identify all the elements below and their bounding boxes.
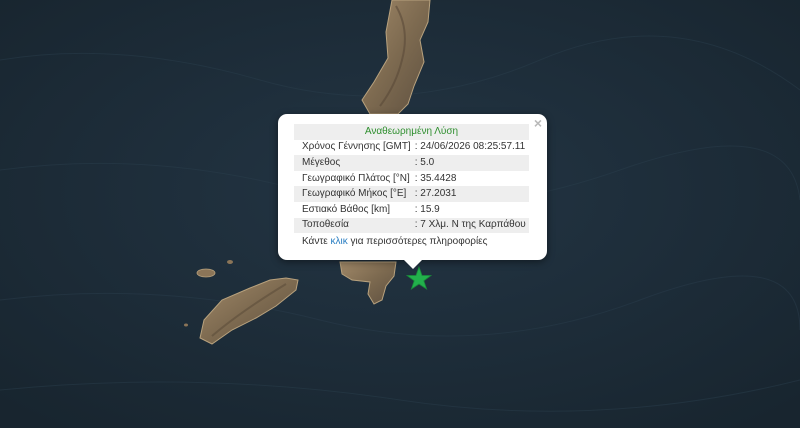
table-row: Τοποθεσία : 7 Χλμ. Ν της Καρπάθου xyxy=(294,217,529,234)
location-label: Τοποθεσία xyxy=(294,217,411,234)
table-row: Εστιακό Βάθος [km] : 15.9 xyxy=(294,202,529,218)
depth-label: Εστιακό Βάθος [km] xyxy=(302,203,391,215)
depth-value: : 15.9 xyxy=(414,203,440,215)
origin-time-value: : 24/06/2026 08:25:57.11 xyxy=(414,141,526,153)
table-row: Μέγεθος : 5.0 xyxy=(294,155,529,171)
popup-title: Αναθεωρημένη Λύση xyxy=(294,124,529,140)
more-info-suffix: για περισσότερες πληροφορίες xyxy=(347,236,488,247)
table-row: Χρόνος Γέννησης [GMT] : 24/06/2026 08:25… xyxy=(294,140,529,156)
earthquake-epicenter-marker[interactable] xyxy=(406,266,432,290)
longitude-value: : 27.2031 xyxy=(410,186,529,202)
map-view[interactable]: × Αναθεωρημένη Λύση Χρόνος Γέννησης [GMT… xyxy=(0,0,800,428)
earthquake-info-popup: × Αναθεωρημένη Λύση Χρόνος Γέννησης [GMT… xyxy=(278,114,547,269)
table-row: Γεωγραφικό Μήκος [°E] : 27.2031 xyxy=(294,186,529,202)
earthquake-info-table: Αναθεωρημένη Λύση Χρόνος Γέννησης [GMT] … xyxy=(294,124,529,234)
table-row: Γεωγραφικό Πλάτος [°N] : 35.4428 xyxy=(294,171,529,187)
star-icon xyxy=(406,266,432,290)
more-info-link[interactable]: κλικ xyxy=(331,236,348,247)
origin-time-label: Χρόνος Γέννησης [GMT] xyxy=(302,141,411,153)
more-info-text: Κάντε κλικ για περισσότερες πληροφορίες xyxy=(302,236,487,247)
magnitude-value: : 5.0 xyxy=(410,155,529,171)
magnitude-label: Μέγεθος xyxy=(294,155,411,171)
close-icon[interactable]: × xyxy=(534,116,542,130)
more-info-prefix: Κάντε xyxy=(302,236,331,247)
latitude-label: Γεωγραφικό Πλάτος [°N] xyxy=(302,172,410,184)
popup-tip xyxy=(403,260,422,269)
popup-title-row: Αναθεωρημένη Λύση xyxy=(294,124,529,140)
location-value: : 7 Χλμ. Ν της Καρπάθου xyxy=(410,217,529,234)
latitude-value: : 35.4428 xyxy=(414,172,457,184)
longitude-label: Γεωγραφικό Μήκος [°E] xyxy=(294,186,411,202)
